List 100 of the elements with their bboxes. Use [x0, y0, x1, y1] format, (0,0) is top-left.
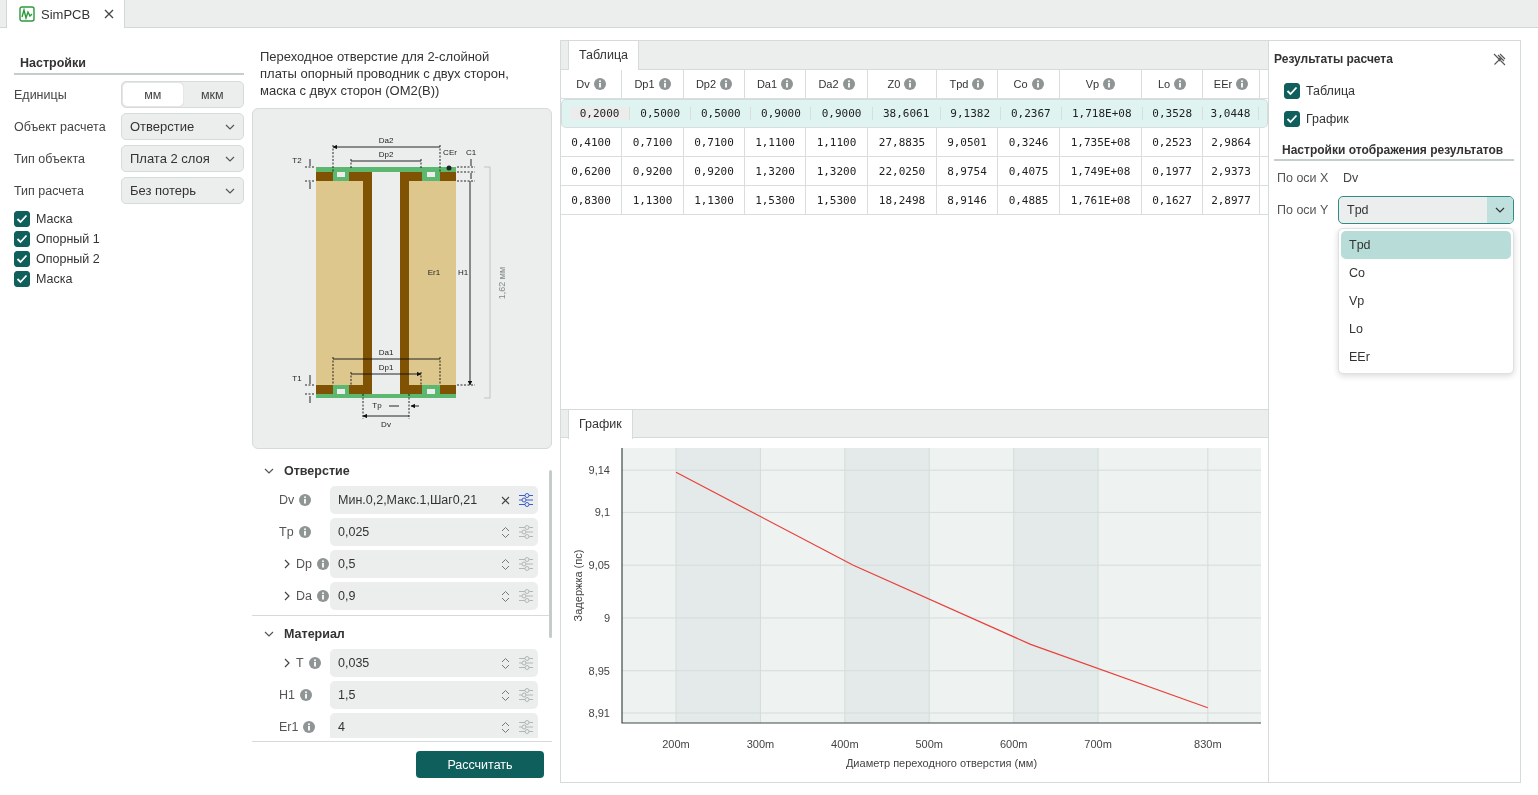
- parameter-label: T: [296, 656, 304, 670]
- table-cell: 3,0448: [1202, 107, 1259, 120]
- y-tick-label: 9,14: [588, 464, 610, 477]
- dropdown-option[interactable]: Lo: [1341, 315, 1511, 343]
- sliders-icon[interactable]: [518, 687, 534, 703]
- checkbox-label[interactable]: Опорный 1: [36, 232, 100, 246]
- number-field[interactable]: 1,5: [330, 681, 538, 709]
- number-field[interactable]: 4: [330, 713, 538, 738]
- dimension-label: C1: [465, 148, 477, 157]
- table-cell: 1,735E+08: [1060, 128, 1142, 156]
- checkbox[interactable]: [1284, 111, 1300, 127]
- close-icon[interactable]: [104, 9, 115, 19]
- info-icon: [1103, 78, 1116, 90]
- dropdown[interactable]: Tpd: [1338, 196, 1514, 224]
- panel-tab[interactable]: График: [568, 410, 633, 439]
- info-icon[interactable]: [317, 590, 329, 602]
- info-icon[interactable]: [299, 494, 312, 506]
- checkbox[interactable]: [14, 231, 30, 247]
- spinner-icon[interactable]: [501, 656, 510, 670]
- table-cell: 0,9200: [622, 157, 684, 185]
- unit-option[interactable]: мм: [123, 83, 183, 106]
- chevron-icon[interactable]: [264, 466, 274, 476]
- parameter-label: Er1: [279, 720, 299, 734]
- sliders-icon[interactable]: [518, 556, 534, 572]
- unpin-icon[interactable]: [1493, 52, 1506, 66]
- dropdown-option[interactable]: Tpd: [1341, 231, 1511, 259]
- unit-option[interactable]: мкм: [182, 83, 242, 106]
- column-header[interactable]: Dv: [561, 70, 622, 98]
- number-field[interactable]: 0,9: [330, 582, 538, 610]
- dimension-label: 1,62 мм: [497, 266, 507, 300]
- column-header[interactable]: Z0: [868, 70, 937, 98]
- dimension-label: Dp2: [378, 150, 394, 159]
- dimension-label: Dp1: [378, 363, 394, 372]
- dropdown-option[interactable]: Vp: [1341, 287, 1511, 315]
- dimension-label: Tp: [372, 401, 382, 410]
- dropdown[interactable]: Без потерь: [121, 177, 244, 204]
- info-icon[interactable]: [303, 721, 316, 733]
- dropdown-option[interactable]: EEr: [1341, 343, 1511, 371]
- dimension-label: H1: [457, 268, 469, 277]
- table-row[interactable]: 0,8300 1,1300 1,1300 1,5300 1,5300 18,2498 8,9146 0,4885 1,761E+08 0,1627 2,8977: [561, 186, 1268, 215]
- info-icon: [904, 78, 917, 90]
- spinner-icon[interactable]: [501, 557, 510, 571]
- column-header[interactable]: Lo: [1142, 70, 1203, 98]
- column-header[interactable]: EEr: [1203, 70, 1260, 98]
- sweep-field[interactable]: Мин.0,2,Макс.1,Шаг0,21: [330, 486, 538, 514]
- checkbox-label[interactable]: Маска: [36, 272, 73, 286]
- dimension-label: Dv: [381, 420, 391, 429]
- dropdown[interactable]: Плата 2 слоя: [121, 145, 244, 172]
- spinner-icon[interactable]: [501, 589, 510, 603]
- info-icon[interactable]: [298, 526, 311, 538]
- chevron-right-icon[interactable]: [283, 591, 291, 601]
- checkbox[interactable]: [14, 211, 30, 227]
- field-label: Объект расчета: [14, 119, 107, 134]
- info-icon[interactable]: [308, 657, 321, 669]
- column-header[interactable]: Vp: [1060, 70, 1142, 98]
- checkbox-label[interactable]: График: [1306, 112, 1349, 126]
- info-icon[interactable]: [300, 689, 312, 701]
- info-icon: [658, 78, 671, 90]
- number-field[interactable]: 0,5: [330, 550, 538, 578]
- checkbox-label[interactable]: Таблица: [1306, 84, 1355, 98]
- panel-tab[interactable]: Таблица: [568, 41, 639, 70]
- checkbox-label[interactable]: Маска: [36, 212, 73, 226]
- table-cell: 0,1977: [1142, 157, 1203, 185]
- info-icon[interactable]: [317, 558, 329, 570]
- table-cell: 0,4885: [998, 186, 1060, 214]
- column-header[interactable]: Tpd: [937, 70, 998, 98]
- sliders-icon[interactable]: [518, 524, 534, 540]
- sliders-icon[interactable]: [518, 719, 534, 735]
- sliders-icon[interactable]: [518, 588, 534, 604]
- table-cell: 2,9864: [1203, 128, 1260, 156]
- chevron-right-icon[interactable]: [283, 658, 291, 668]
- spinner-icon[interactable]: [501, 525, 510, 539]
- app-tab[interactable]: SimPCB: [6, 0, 126, 28]
- column-header[interactable]: Dp2: [684, 70, 745, 98]
- table-row[interactable]: 0,4100 0,7100 0,7100 1,1100 1,1100 27,8835 9,0501 0,3246 1,735E+08 0,2523 2,9864: [561, 128, 1268, 157]
- chevron-right-icon[interactable]: [283, 559, 291, 569]
- dropdown-option[interactable]: Co: [1341, 259, 1511, 287]
- table-cell: 9,1382: [940, 107, 1001, 120]
- spinner-icon[interactable]: [501, 688, 510, 702]
- number-field[interactable]: 0,035: [330, 649, 538, 677]
- sliders-icon[interactable]: [518, 492, 534, 508]
- sliders-icon[interactable]: [518, 655, 534, 671]
- checkbox[interactable]: [14, 251, 30, 267]
- checkbox[interactable]: [1284, 83, 1300, 99]
- dropdown[interactable]: Отверстие: [121, 113, 244, 140]
- clear-icon[interactable]: [501, 495, 510, 505]
- spinner-icon[interactable]: [501, 720, 510, 734]
- checkbox-label[interactable]: Опорный 2: [36, 252, 100, 266]
- field-label: Тип расчета: [14, 183, 85, 198]
- table-row[interactable]: 0,6200 0,9200 0,9200 1,3200 1,3200 22,0250 8,9754 0,4075 1,749E+08 0,1977 2,9373: [561, 157, 1268, 186]
- checkbox[interactable]: [14, 271, 30, 287]
- calculate-button[interactable]: Рассчитать: [416, 751, 544, 778]
- column-header[interactable]: Co: [998, 70, 1060, 98]
- number-field[interactable]: 0,025: [330, 518, 538, 546]
- chevron-icon[interactable]: [264, 629, 274, 639]
- column-header[interactable]: Da2: [806, 70, 868, 98]
- x-tick-label: 500m: [915, 738, 944, 750]
- column-header[interactable]: Dp1: [622, 70, 684, 98]
- table-row[interactable]: 0,2000 0,5000 0,5000 0,9000 0,9000 38,6061 9,1382 0,2367 1,718E+08 0,3528 3,0448: [561, 99, 1268, 128]
- column-header[interactable]: Da1: [745, 70, 806, 98]
